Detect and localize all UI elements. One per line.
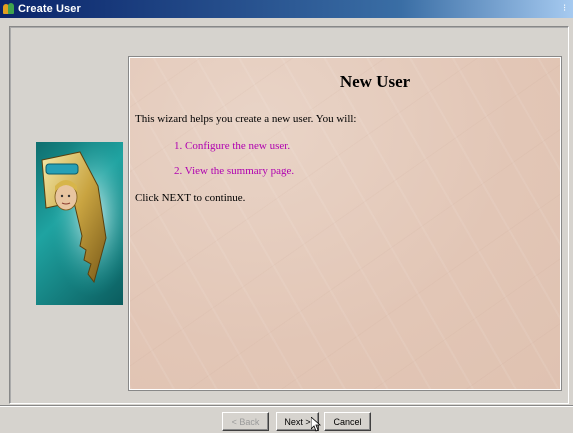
mouse-pointer-icon (311, 417, 322, 432)
window-title: Create User (18, 3, 81, 15)
page-title: New User (339, 72, 411, 91)
users-icon (3, 3, 15, 15)
title-bar[interactable]: Create User ⁝ (0, 0, 573, 18)
intro-text: This wizard helps you create a new user.… (135, 113, 357, 125)
wizard-content-panel: New User This wizard helps you create a … (128, 56, 562, 391)
key-illustration (36, 142, 123, 305)
cancel-button[interactable]: Cancel (324, 412, 371, 431)
step-configure-user: 1. Configure the new user. (174, 140, 291, 152)
continue-instruction: Click NEXT to continue. (135, 192, 246, 204)
title-edge-glyph: ⁝ (563, 3, 567, 14)
step-view-summary: 2. View the summary page. (174, 165, 295, 177)
back-button[interactable]: < Back (222, 412, 269, 431)
key-icon (36, 142, 123, 305)
create-user-window: Create User ⁝ New User This wizard helps… (0, 0, 573, 433)
button-bar-divider (0, 405, 573, 407)
